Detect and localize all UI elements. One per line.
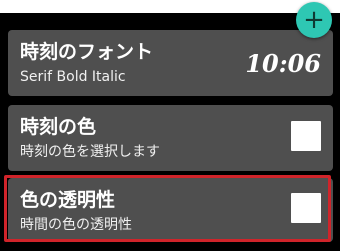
setting-subtitle: Serif Bold Italic: [20, 69, 126, 85]
plus-icon: +: [303, 5, 325, 35]
setting-subtitle: 時間の色の透明性: [20, 217, 132, 233]
setting-time-color[interactable]: 時刻の色 時刻の色を選択します: [8, 105, 333, 171]
setting-title: 時刻の色: [20, 116, 97, 138]
time-color-checkbox[interactable]: [291, 121, 321, 151]
font-preview-time: 10:06: [245, 49, 321, 78]
setting-subtitle: 時刻の色を選択します: [20, 144, 160, 160]
setting-time-font[interactable]: 時刻のフォント Serif Bold Italic 10:06: [8, 30, 333, 96]
add-button[interactable]: +: [296, 2, 332, 38]
top-notch: [143, 0, 199, 6]
transparency-checkbox[interactable]: [291, 193, 321, 223]
setting-title: 色の透明性: [20, 189, 116, 211]
setting-title: 時刻のフォント: [20, 41, 154, 63]
setting-color-transparency[interactable]: 色の透明性 時間の色の透明性: [8, 178, 333, 242]
